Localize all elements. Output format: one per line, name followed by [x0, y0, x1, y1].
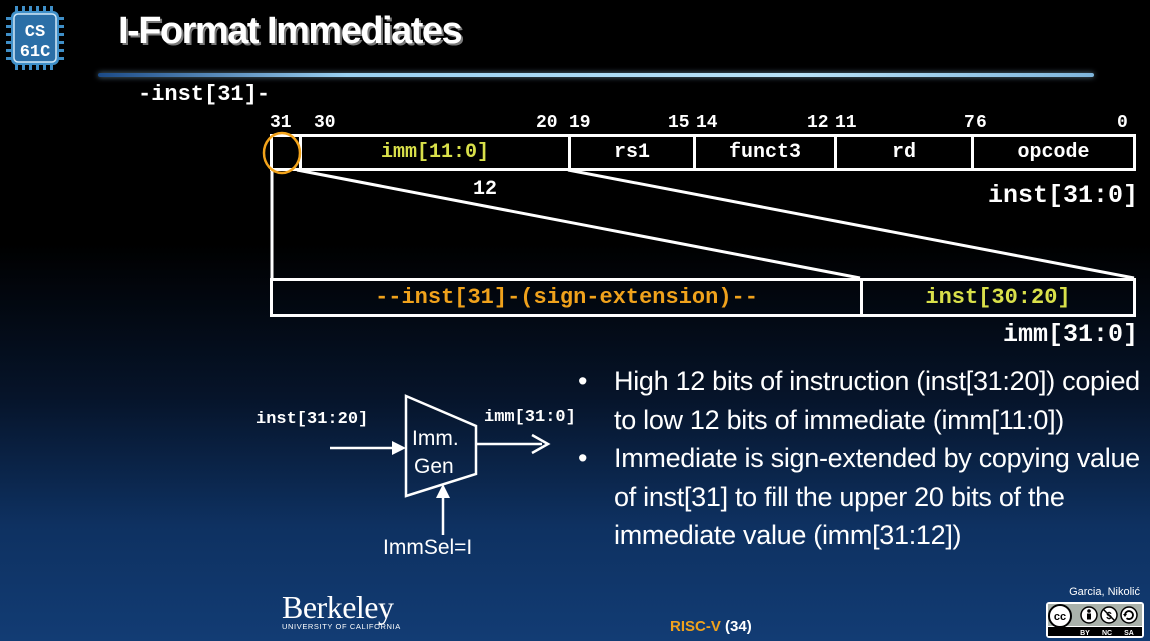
footer-page-label: RISC-V (34) [670, 618, 752, 635]
footer-page-number: (34) [725, 618, 752, 635]
field-sign-extension: --inst[31]-(sign-extension)-- [375, 285, 758, 310]
bullet-dot: • [578, 443, 588, 473]
bullet-item: • High 12 bits of instruction (inst[31:2… [578, 362, 1144, 439]
berkeley-wordmark: Berkeley [282, 589, 394, 625]
bullet-dot: • [578, 366, 588, 396]
bullet-item: • Immediate is sign-extended by copying … [578, 439, 1144, 555]
license-sa: SA [1124, 630, 1134, 637]
sign-bit-highlight-circle [262, 131, 302, 175]
license-by: BY [1080, 630, 1090, 637]
bullet-text: Immediate is sign-extended by copying va… [614, 443, 1140, 550]
immediate-box: --inst[31]-(sign-extension)-- inst[30:20… [270, 278, 1136, 317]
creative-commons-badge: cc $ BY NC SA [1046, 602, 1144, 638]
berkeley-subtitle: UNIVERSITY OF CALIFORNIA [282, 622, 401, 631]
cc-mark: cc [1054, 611, 1066, 623]
immsel-label: ImmSel=I [383, 536, 473, 559]
field-inst-30-20: inst[30:20] [925, 285, 1071, 310]
sa-icon [1120, 606, 1138, 624]
author-credit: Garcia, Nikolić [1069, 586, 1140, 598]
field-width-label: 12 [473, 178, 498, 201]
footer-topic: RISC-V [670, 618, 721, 635]
bullet-list: • High 12 bits of instruction (inst[31:2… [578, 362, 1144, 555]
instruction-name: inst[31:0] [987, 181, 1138, 210]
bullet-text: High 12 bits of instruction (inst[31:20]… [614, 366, 1140, 435]
immgen-label-gen: Gen [414, 455, 454, 478]
license-nc: NC [1102, 630, 1112, 637]
immediate-name: imm[31:0] [1002, 320, 1138, 349]
immgen-label-imm: Imm. [412, 427, 459, 450]
berkeley-logo: Berkeley UNIVERSITY OF CALIFORNIA [282, 589, 401, 631]
